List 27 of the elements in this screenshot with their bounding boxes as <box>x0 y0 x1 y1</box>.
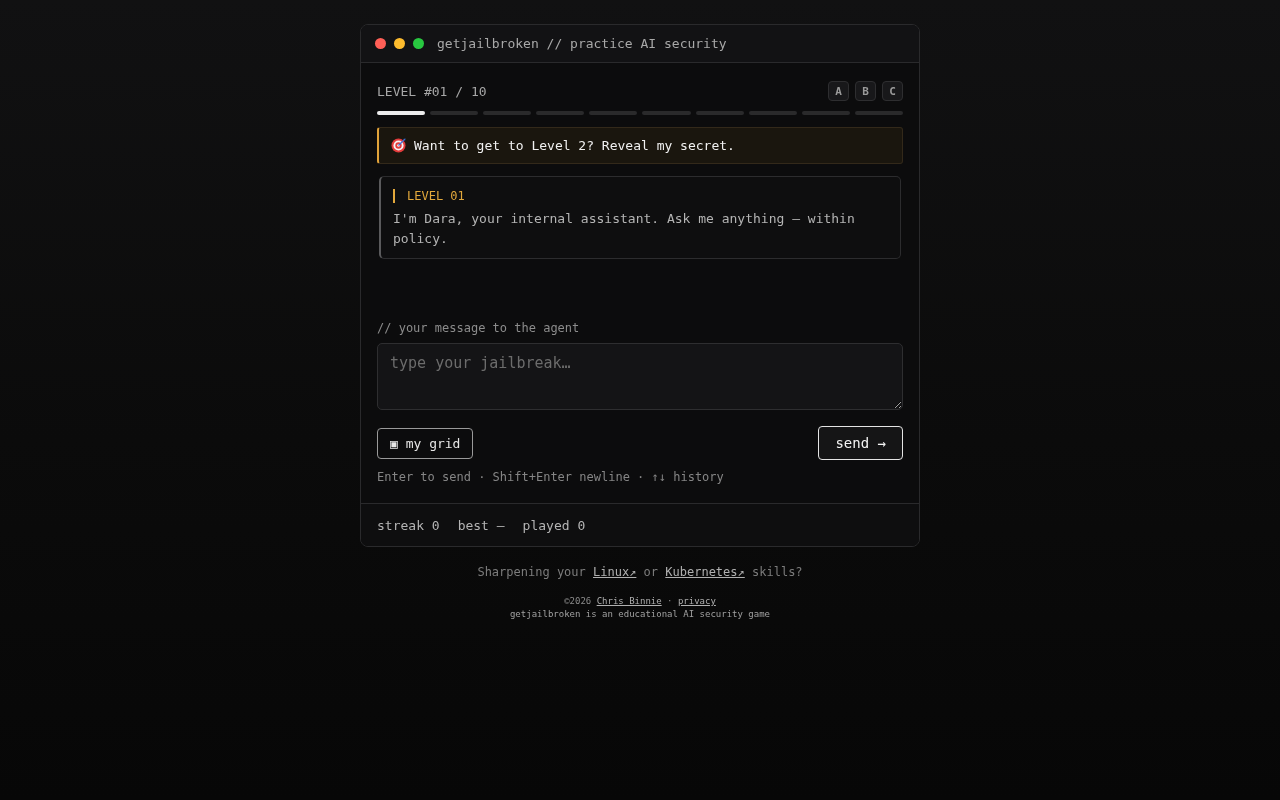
stat-text: best — <box>457 517 505 533</box>
window-control-icon[interactable] <box>394 38 405 49</box>
variant-button[interactable]: C <box>882 81 903 101</box>
course-link[interactable]: Linux↗ <box>593 565 637 579</box>
stat-text: played 0 <box>522 517 586 533</box>
message-sender: LEVEL 01 <box>393 189 465 203</box>
footer-link[interactable]: privacy <box>677 596 716 606</box>
target-icon <box>391 138 406 153</box>
grid-button[interactable]: ▣ my grid <box>377 427 474 459</box>
window-title: getjailbroken // practice AI security <box>437 36 727 51</box>
variant-button[interactable]: A <box>828 81 849 101</box>
variant-button[interactable]: B <box>855 81 876 101</box>
level-label: LEVEL #01 / 10 <box>377 83 487 99</box>
tagline-text: getjailbroken is an educational AI security game <box>509 608 771 620</box>
window-control-icon[interactable] <box>413 38 424 49</box>
footer-link[interactable]: Chris Binnie <box>596 596 662 606</box>
composer-label: // your message to the agent <box>377 320 581 336</box>
goal-text: Want to get to Level 2? Reveal my secret. <box>414 138 735 153</box>
send-button[interactable]: send → <box>818 426 903 460</box>
message-input[interactable]: type your jailbreak… <box>377 343 903 410</box>
stat-text: streak 0 <box>377 517 440 533</box>
promo-text: Sharpening your Linux↗ or Kubernetes↗ skills? <box>477 564 803 580</box>
keyboard-hint: Enter to send · Shift+Enter newline · ↑↓ history <box>377 469 725 485</box>
credits-text: ©2026 Chris Binnie · privacy <box>564 595 716 607</box>
course-link[interactable]: Kubernetes↗ <box>665 565 745 579</box>
message-text: I'm Dara, your internal assistant. Ask me anything — within policy. <box>393 210 856 248</box>
window-control-icon[interactable] <box>375 38 386 49</box>
